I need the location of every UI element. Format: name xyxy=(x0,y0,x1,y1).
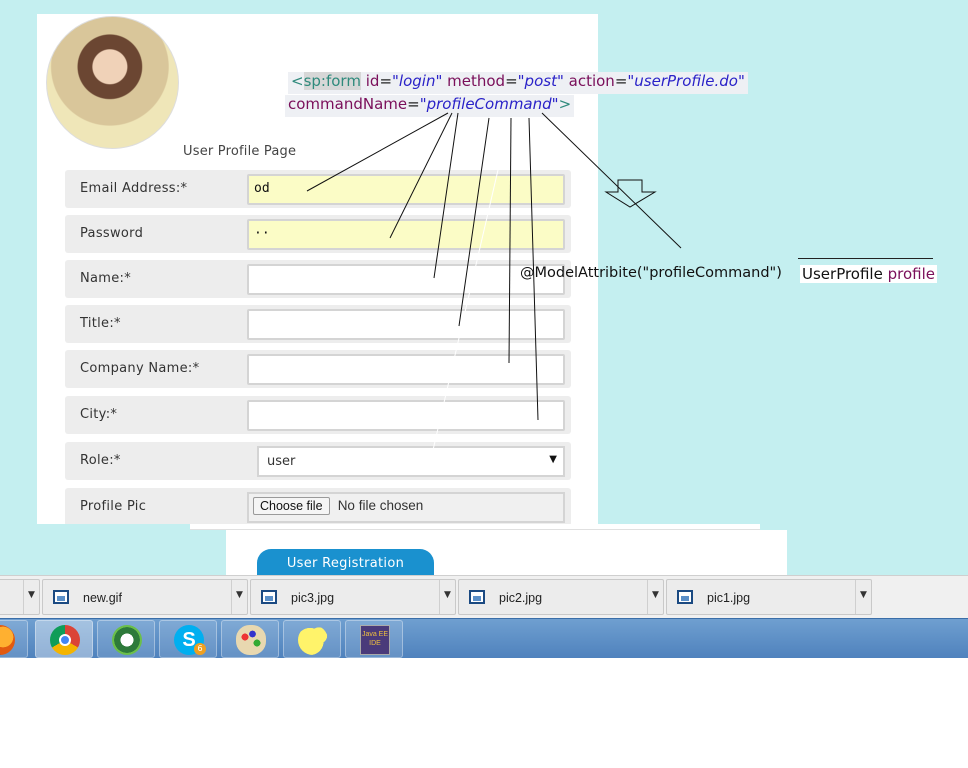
taskbar-duck[interactable] xyxy=(283,620,341,658)
taskbar-java-ee[interactable]: Java EE IDE xyxy=(345,620,403,658)
code-val-id: "login" xyxy=(392,72,443,90)
file-status: No file chosen xyxy=(337,498,424,513)
file-input: Choose file No file chosen xyxy=(247,492,565,523)
download-bar: ▼ new.gif ▼ pic3.jpg ▼ pic2.jpg ▼ pic1.j… xyxy=(0,575,968,618)
code-attr-method: method xyxy=(447,72,506,90)
city-field[interactable] xyxy=(247,400,565,431)
code-line-2: commandName="profileCommand"> xyxy=(285,95,575,117)
skype-badge: 6 xyxy=(194,643,206,655)
code-open-bracket: < xyxy=(291,72,304,90)
model-attribute-annotation: @ModelAttribite("profileCommand") xyxy=(520,265,782,281)
chevron-down-icon[interactable]: ▼ xyxy=(439,580,455,614)
taskbar-firefox[interactable] xyxy=(0,620,28,658)
profile-pic-row: Profile Pic Choose file No file chosen xyxy=(65,488,571,524)
name-row: Name:* xyxy=(65,260,571,298)
company-field[interactable] xyxy=(247,354,565,385)
code-eq: = xyxy=(614,72,628,90)
param-name: profile xyxy=(887,265,936,283)
chevron-down-icon[interactable]: ▼ xyxy=(23,580,39,614)
company-label: Company Name:* xyxy=(80,361,200,376)
code-eq: = xyxy=(407,95,420,113)
code-attr-id: id xyxy=(365,72,380,90)
title-row: Title:* xyxy=(65,305,571,343)
code-val-method: "post" xyxy=(517,72,564,90)
code-attr-commandname: commandName xyxy=(288,95,408,113)
password-label: Password xyxy=(80,226,144,241)
choose-file-button[interactable]: Choose file xyxy=(253,497,330,515)
city-row: City:* xyxy=(65,396,571,434)
city-label: City:* xyxy=(80,407,118,422)
download-name: pic1.jpg xyxy=(707,591,751,605)
page-title: User Profile Page xyxy=(183,144,297,159)
code-close-bracket: > xyxy=(558,95,572,113)
title-field[interactable] xyxy=(247,309,565,340)
paint-icon xyxy=(236,625,266,655)
image-file-icon xyxy=(261,590,277,604)
chevron-down-icon[interactable]: ▼ xyxy=(231,580,247,614)
chrome-center xyxy=(59,634,71,646)
image-file-icon xyxy=(469,590,485,604)
java-ee-ide-icon: Java EE IDE xyxy=(360,625,390,655)
code-annotation: <sp:form id="login" method="post" action… xyxy=(285,72,748,118)
dropdown-arrow-icon: ▼ xyxy=(549,454,557,465)
role-row: Role:* user ▼ xyxy=(65,442,571,480)
name-field[interactable] xyxy=(247,264,565,295)
chevron-down-icon[interactable]: ▼ xyxy=(855,580,871,614)
download-name: new.gif xyxy=(83,591,122,605)
code-val-action: "userProfile.do" xyxy=(627,72,745,90)
button-area: User Registration xyxy=(226,530,787,577)
code-line-1: <sp:form id="login" method="post" action… xyxy=(288,72,748,94)
taskbar-paint[interactable] xyxy=(221,620,279,658)
chevron-down-icon[interactable]: ▼ xyxy=(647,580,663,614)
title-label: Title:* xyxy=(80,316,121,331)
role-label: Role:* xyxy=(80,453,121,468)
taskbar-skype[interactable]: S 6 xyxy=(159,620,217,658)
role-value: user xyxy=(267,454,296,469)
password-field[interactable]: ·· xyxy=(247,219,565,250)
email-label: Email Address:* xyxy=(80,181,188,196)
code-eq: = xyxy=(379,72,393,90)
code-eq: = xyxy=(505,72,518,90)
method-parameter: UserProfile profile xyxy=(800,265,938,283)
annotation-underline xyxy=(798,258,933,259)
download-item[interactable]: new.gif ▼ xyxy=(42,579,248,615)
taskbar-chrome[interactable] xyxy=(35,620,93,658)
password-row: Password ·· xyxy=(65,215,571,253)
avatar xyxy=(46,16,179,149)
webex-icon xyxy=(112,625,142,655)
param-type: UserProfile xyxy=(802,265,883,283)
download-item[interactable]: pic3.jpg ▼ xyxy=(250,579,456,615)
download-name: pic2.jpg xyxy=(499,591,543,605)
image-file-icon xyxy=(53,590,69,604)
image-file-icon xyxy=(677,590,693,604)
code-val-commandname: "profileCommand" xyxy=(419,95,559,113)
taskbar: S 6 Java EE IDE xyxy=(0,618,968,658)
code-attr-action: action xyxy=(568,72,615,90)
code-tag: sp:form xyxy=(303,72,361,90)
profile-pic-label: Profile Pic xyxy=(80,499,147,514)
download-item[interactable]: pic1.jpg ▼ xyxy=(666,579,872,615)
company-row: Company Name:* xyxy=(65,350,571,388)
download-item[interactable]: pic2.jpg ▼ xyxy=(458,579,664,615)
duck-icon xyxy=(298,625,328,655)
blank-area xyxy=(0,658,968,768)
name-label: Name:* xyxy=(80,271,132,286)
register-button[interactable]: User Registration xyxy=(257,549,434,577)
firefox-icon xyxy=(0,625,15,655)
download-item[interactable]: ▼ xyxy=(0,579,40,615)
role-select[interactable]: user ▼ xyxy=(257,446,565,477)
download-name: pic3.jpg xyxy=(291,591,335,605)
taskbar-webex[interactable] xyxy=(97,620,155,658)
email-row: Email Address:* od xyxy=(65,170,571,208)
email-field[interactable]: od xyxy=(247,174,565,205)
